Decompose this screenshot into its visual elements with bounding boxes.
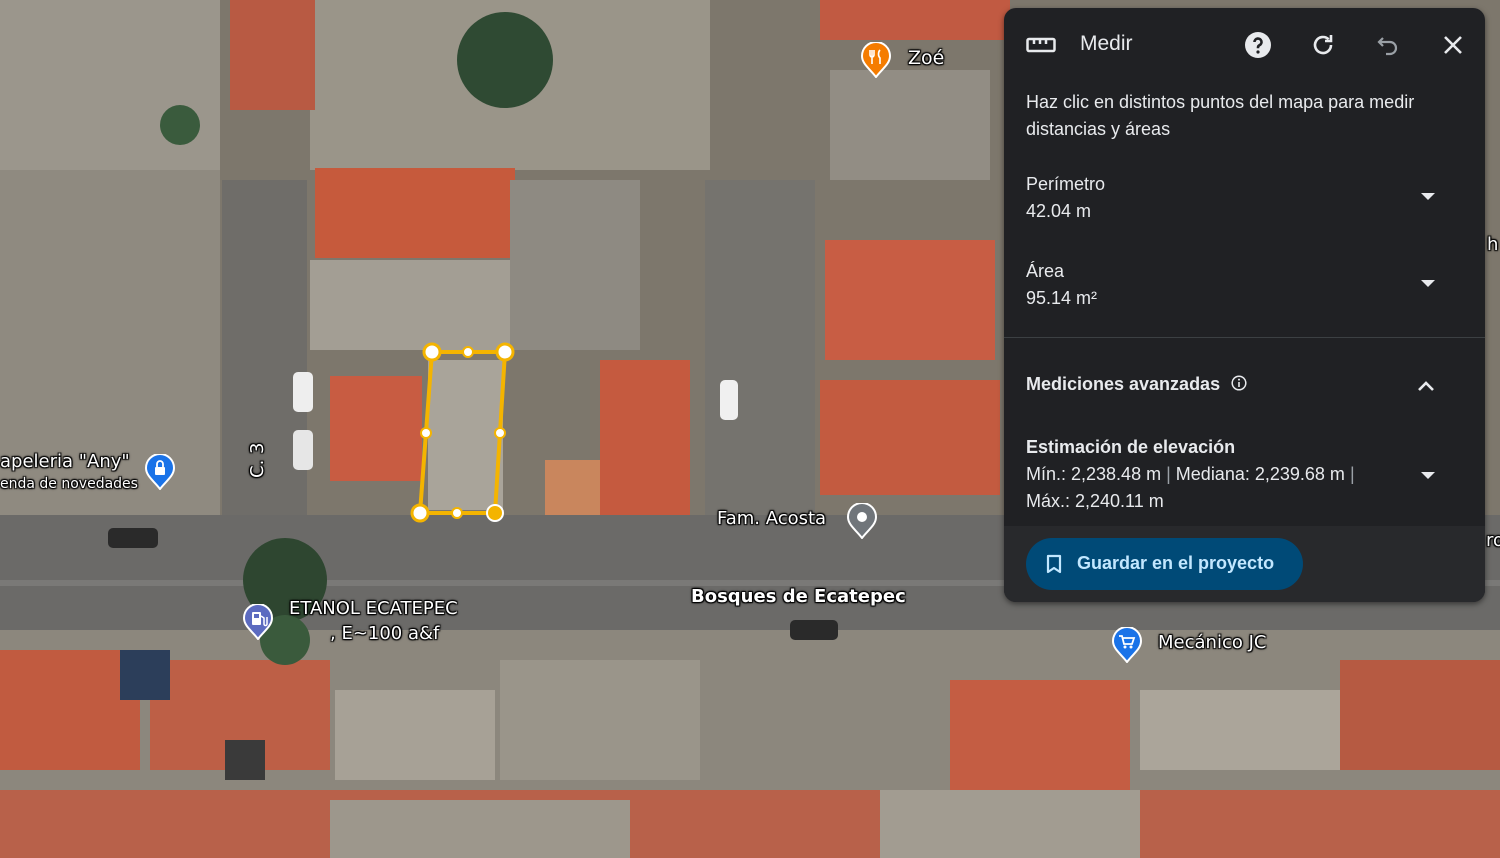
measure-midpoint <box>494 427 506 439</box>
place-label-mecanico[interactable]: Mecánico JC <box>1158 632 1266 655</box>
street-label-c3: C. 3 <box>247 442 268 478</box>
place-label-etanol-subtitle: , E~100 a&f <box>330 623 440 644</box>
save-to-project-button[interactable]: Guardar en el proyecto <box>1026 538 1303 590</box>
measure-midpoint <box>462 346 474 358</box>
perimeter-row[interactable]: Perímetro 42.04 m <box>1004 168 1485 248</box>
place-label-fam-acosta[interactable]: Fam. Acosta <box>717 508 826 531</box>
elevation-median: Mediana: 2,239.68 m <box>1175 464 1345 484</box>
place-label-papeleria-subtitle: enda de novedades <box>0 476 138 492</box>
chevron-up-icon[interactable] <box>1416 379 1436 393</box>
measure-panel: Medir Haz clic en distintos puntos del m… <box>1004 8 1485 602</box>
map-edge-label: ro <box>1486 530 1500 551</box>
advanced-measurements-label: Mediciones avanzadas <box>1026 374 1221 394</box>
divider <box>1004 337 1485 338</box>
chevron-down-icon <box>1421 193 1435 200</box>
measure-vertex <box>495 342 515 362</box>
help-button[interactable] <box>1240 27 1276 63</box>
bookmark-icon <box>1046 554 1062 574</box>
undo-button[interactable] <box>1370 27 1406 63</box>
street-label-bosques: Bosques de Ecatepec <box>691 586 906 607</box>
elevation-values: Mín.: 2,238.48 m | Mediana: 2,239.68 m | <box>1026 464 1355 485</box>
panel-title: Medir <box>1080 32 1133 55</box>
measure-vertex <box>422 342 442 362</box>
separator: | <box>1166 464 1171 484</box>
panel-header: Medir <box>1004 8 1485 80</box>
refresh-icon <box>1313 35 1333 55</box>
elevation-max: Máx.: 2,240.11 m <box>1026 491 1164 511</box>
info-icon[interactable] <box>1231 375 1247 391</box>
panel-footer: Guardar en el proyecto <box>1004 526 1485 602</box>
chevron-down-icon <box>1421 280 1435 287</box>
place-label-etanol[interactable]: ETANOL ECATEPEC <box>289 598 458 621</box>
area-value: 95.14 m² <box>1026 288 1098 308</box>
undo-icon <box>1377 37 1398 56</box>
shopping-cart-pin-icon[interactable] <box>1111 627 1143 663</box>
advanced-measurements-toggle[interactable]: Mediciones avanzadas <box>1026 374 1247 395</box>
lock-pin-icon[interactable] <box>144 454 176 490</box>
perimeter-label: Perímetro <box>1026 174 1106 194</box>
help-icon <box>1245 32 1271 58</box>
gas-station-pin-icon[interactable] <box>242 604 274 640</box>
perimeter-value: 42.04 m <box>1026 201 1092 221</box>
measure-vertex <box>486 504 504 522</box>
place-label-papeleria[interactable]: apeleria "Any" <box>0 451 130 474</box>
close-button[interactable] <box>1435 27 1471 63</box>
measure-vertex <box>410 503 430 523</box>
save-to-project-label: Guardar en el proyecto <box>1077 553 1275 573</box>
elevation-estimate-title: Estimación de elevación <box>1026 437 1236 457</box>
reset-button[interactable] <box>1305 27 1341 63</box>
instructions-text: Haz clic en distintos puntos del mapa pa… <box>1026 92 1415 139</box>
separator: | <box>1349 464 1355 484</box>
area-row[interactable]: Área 95.14 m² <box>1004 255 1485 335</box>
area-label: Área <box>1026 261 1065 281</box>
restaurant-pin-icon[interactable] <box>860 42 892 78</box>
place-label-zoe[interactable]: Zoé <box>908 47 944 71</box>
landmark-pin-icon[interactable] <box>846 503 878 539</box>
chevron-down-icon[interactable] <box>1421 472 1435 479</box>
elevation-min: Mín.: 2,238.48 m <box>1026 464 1162 484</box>
map-edge-label: h <box>1487 234 1499 255</box>
measure-midpoint <box>451 507 463 519</box>
close-icon <box>1444 36 1462 54</box>
ruler-icon <box>1026 37 1056 53</box>
measure-midpoint <box>420 427 432 439</box>
